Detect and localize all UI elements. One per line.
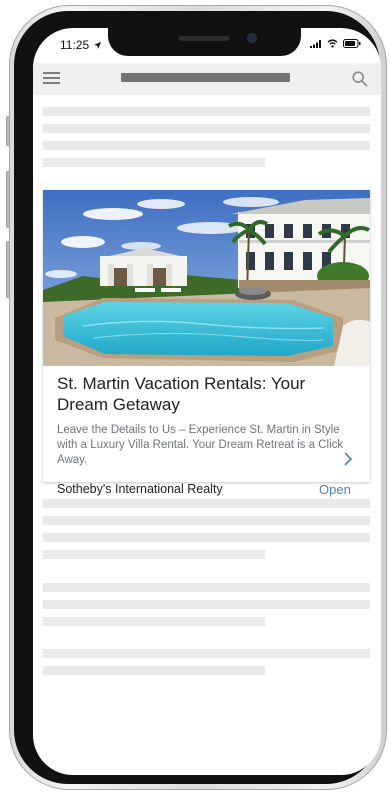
wifi-icon <box>327 39 338 48</box>
ad-description: Leave the Details to Us – Experience St.… <box>57 424 344 466</box>
notch <box>108 28 301 56</box>
placeholder-line <box>43 141 370 150</box>
placeholder-line <box>43 617 265 626</box>
cellular-signal-icon <box>310 39 321 48</box>
placeholder-line <box>43 516 370 525</box>
placeholder-line <box>43 550 265 559</box>
open-button[interactable]: Open <box>319 482 351 497</box>
status-time-text: 11:25 <box>60 38 90 52</box>
placeholder-line <box>43 533 370 542</box>
browser-bar <box>33 63 381 95</box>
url-bar[interactable] <box>121 73 290 82</box>
placeholder-line <box>43 649 370 658</box>
placeholder-line <box>43 499 370 508</box>
ad-headline[interactable]: St. Martin Vacation Rentals: Your Dream … <box>57 373 357 415</box>
ad-card[interactable]: St. Martin Vacation Rentals: Your Dream … <box>43 190 370 497</box>
speaker-grille <box>178 36 230 41</box>
villa-pool-photo[interactable] <box>43 190 370 366</box>
placeholder-line <box>43 600 370 609</box>
placeholder-line <box>43 107 370 116</box>
ad-advertiser: Sotheby's International Realty <box>57 482 223 496</box>
page: 11:25 St. Martin Vacation Rentals: Your … <box>0 0 390 793</box>
search-icon[interactable] <box>351 70 369 88</box>
placeholder-line <box>43 158 265 167</box>
hamburger-menu-icon[interactable] <box>43 72 60 85</box>
chevron-right-icon[interactable] <box>341 451 355 467</box>
phone-screen: 11:25 St. Martin Vacation Rentals: Your … <box>33 28 381 775</box>
front-camera <box>248 34 256 42</box>
location-arrow-icon <box>94 41 102 49</box>
placeholder-line <box>43 666 265 675</box>
placeholder-line <box>43 583 370 592</box>
status-icons <box>310 39 361 48</box>
placeholder-line <box>43 124 370 133</box>
status-time: 11:25 <box>60 38 102 52</box>
battery-icon <box>343 39 361 48</box>
